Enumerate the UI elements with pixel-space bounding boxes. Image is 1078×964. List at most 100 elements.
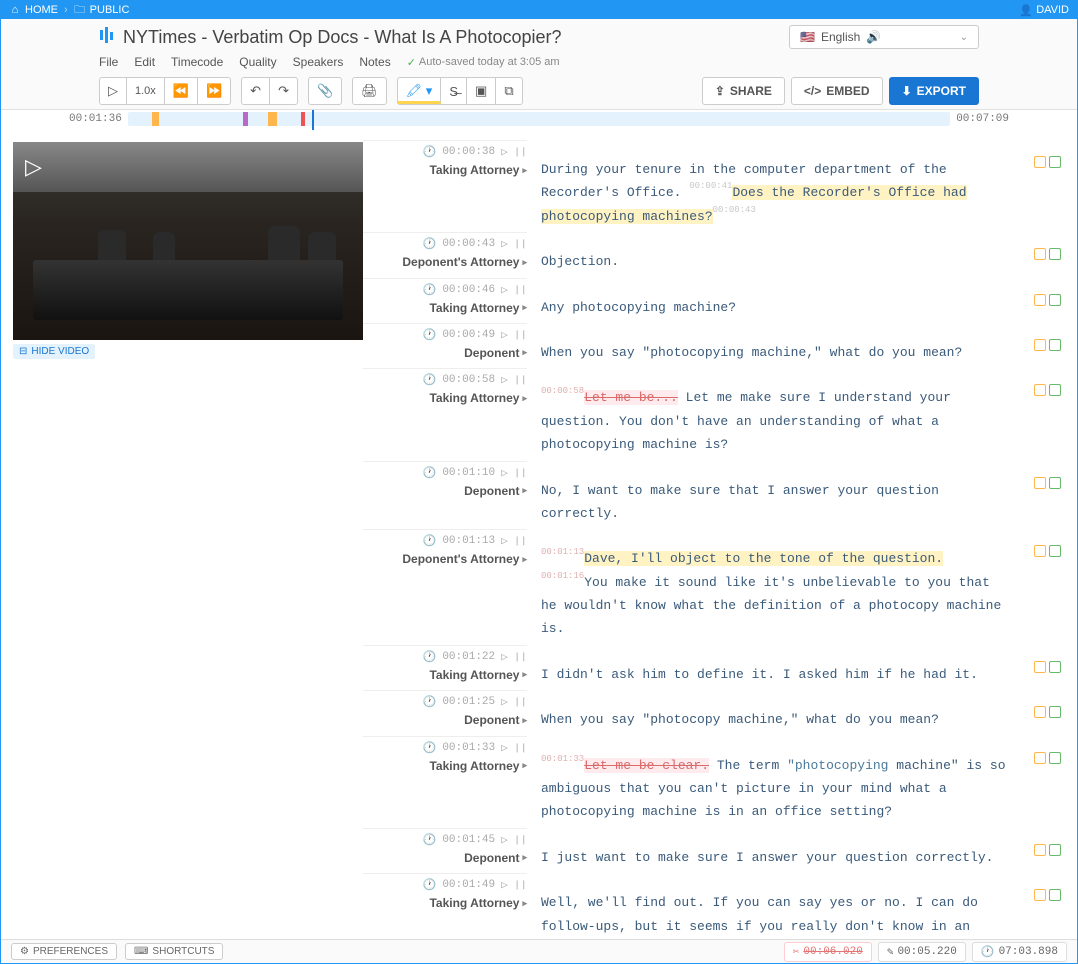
attachment-button[interactable]: 📎	[309, 78, 341, 104]
segment-speaker[interactable]: Deponent▸	[363, 713, 527, 727]
segment-speaker[interactable]: Deponent's Attorney▸	[363, 255, 527, 269]
menu-timecode[interactable]: Timecode	[171, 55, 223, 69]
segment-pause-button[interactable]: ❘❘	[514, 650, 527, 664]
redo-button[interactable]: ↷	[270, 78, 297, 104]
print-button[interactable]: 🖨	[353, 78, 386, 104]
segment-text[interactable]: 00:00:58Let me be... Let me make sure I …	[541, 368, 1007, 456]
home-icon[interactable]: ⌂	[9, 4, 21, 16]
flag-icon[interactable]	[1049, 844, 1061, 856]
segment-pause-button[interactable]: ❘❘	[514, 833, 527, 847]
segment-pause-button[interactable]: ❘❘	[514, 145, 527, 159]
breadcrumb-home[interactable]: HOME	[25, 4, 58, 16]
note-icon[interactable]	[1034, 384, 1046, 396]
menu-quality[interactable]: Quality	[239, 55, 276, 69]
note-icon[interactable]	[1034, 248, 1046, 260]
segment-play-button[interactable]: ▷	[501, 741, 508, 755]
segment-pause-button[interactable]: ❘❘	[514, 695, 527, 709]
video-player[interactable]: ▷	[13, 142, 363, 340]
note-icon[interactable]	[1034, 294, 1046, 306]
segment-play-button[interactable]: ▷	[501, 283, 508, 297]
shortcuts-button[interactable]: ⌨SHORTCUTS	[125, 943, 223, 960]
share-button[interactable]: ⇪SHARE	[702, 77, 785, 105]
segment-play-button[interactable]: ▷	[501, 373, 508, 387]
segment-speaker[interactable]: Deponent▸	[363, 851, 527, 865]
play-overlay-icon[interactable]: ▷	[25, 154, 42, 180]
caption-button[interactable]: ▣	[467, 78, 496, 104]
segment-pause-button[interactable]: ❘❘	[514, 878, 527, 892]
note-icon[interactable]	[1034, 339, 1046, 351]
segment-speaker[interactable]: Taking Attorney▸	[363, 163, 527, 177]
segment-play-button[interactable]: ▷	[501, 650, 508, 664]
user-name[interactable]: DAVID	[1036, 4, 1069, 16]
note-icon[interactable]	[1034, 545, 1046, 557]
play-button[interactable]: ▷	[100, 78, 127, 104]
menu-edit[interactable]: Edit	[134, 55, 155, 69]
language-select[interactable]: 🇺🇸 English 🔊 ⌄	[789, 25, 979, 49]
flag-icon[interactable]	[1049, 752, 1061, 764]
segment-play-button[interactable]: ▷	[501, 328, 508, 342]
folder-icon[interactable]: 🗀	[74, 4, 86, 16]
menu-notes[interactable]: Notes	[359, 55, 390, 69]
segment-speaker[interactable]: Taking Attorney▸	[363, 301, 527, 315]
note-icon[interactable]	[1034, 477, 1046, 489]
rewind-button[interactable]: ⏪	[165, 78, 198, 104]
user-icon[interactable]: 👤	[1020, 4, 1032, 16]
note-icon[interactable]	[1034, 844, 1046, 856]
preferences-button[interactable]: ⚙PREFERENCES	[11, 943, 117, 960]
segment-speaker[interactable]: Taking Attorney▸	[363, 896, 527, 910]
flag-icon[interactable]	[1049, 339, 1061, 351]
export-button[interactable]: ⬇EXPORT	[889, 77, 979, 105]
flag-icon[interactable]	[1049, 477, 1061, 489]
hide-video-button[interactable]: ⊟ HIDE VIDEO	[13, 344, 95, 359]
note-icon[interactable]	[1034, 661, 1046, 673]
flag-icon[interactable]	[1049, 889, 1061, 901]
menu-speakers[interactable]: Speakers	[293, 55, 344, 69]
flag-icon[interactable]	[1049, 294, 1061, 306]
segment-text[interactable]: 00:01:13Dave, I'll object to the tone of…	[541, 529, 1007, 641]
segment-play-button[interactable]: ▷	[501, 833, 508, 847]
flag-icon[interactable]	[1049, 156, 1061, 168]
copy-button[interactable]: ⧉	[496, 78, 521, 104]
segment-speaker[interactable]: Deponent▸	[363, 346, 527, 360]
segment-pause-button[interactable]: ❘❘	[514, 466, 527, 480]
segment-play-button[interactable]: ▷	[501, 237, 508, 251]
strikethrough-button[interactable]: S̶	[441, 78, 467, 104]
highlight-button[interactable]: 🖍 ▾	[398, 78, 442, 104]
segment-speaker[interactable]: Taking Attorney▸	[363, 391, 527, 405]
timeline[interactable]	[128, 112, 950, 126]
segment-speaker[interactable]: Taking Attorney▸	[363, 668, 527, 682]
segment-text[interactable]: I just want to make sure I answer your q…	[541, 828, 1007, 869]
breadcrumb-public[interactable]: PUBLIC	[90, 4, 130, 16]
flag-icon[interactable]	[1049, 248, 1061, 260]
segment-text[interactable]: No, I want to make sure that I answer yo…	[541, 461, 1007, 526]
segment-text[interactable]: When you say "photocopy machine," what d…	[541, 690, 1007, 731]
undo-button[interactable]: ↶	[242, 78, 270, 104]
note-icon[interactable]	[1034, 706, 1046, 718]
segment-pause-button[interactable]: ❘❘	[514, 283, 527, 297]
transcript-panel[interactable]: 🕐00:00:38▷❘❘Taking Attorney▸During your …	[363, 132, 1077, 952]
note-icon[interactable]	[1034, 156, 1046, 168]
segment-pause-button[interactable]: ❘❘	[514, 534, 527, 548]
segment-text[interactable]: Any photocopying machine?	[541, 278, 1007, 319]
flag-icon[interactable]	[1049, 545, 1061, 557]
menu-file[interactable]: File	[99, 55, 118, 69]
segment-play-button[interactable]: ▷	[501, 878, 508, 892]
segment-text[interactable]: When you say "photocopying machine," wha…	[541, 323, 1007, 364]
forward-button[interactable]: ⏩	[198, 78, 230, 104]
segment-pause-button[interactable]: ❘❘	[514, 328, 527, 342]
segment-play-button[interactable]: ▷	[501, 534, 508, 548]
segment-text[interactable]: Objection.	[541, 232, 1007, 273]
segment-play-button[interactable]: ▷	[501, 145, 508, 159]
segment-speaker[interactable]: Deponent▸	[363, 484, 527, 498]
speed-button[interactable]: 1.0x	[127, 78, 165, 104]
segment-text[interactable]: During your tenure in the computer depar…	[541, 140, 1007, 228]
segment-pause-button[interactable]: ❘❘	[514, 237, 527, 251]
segment-text[interactable]: I didn't ask him to define it. I asked h…	[541, 645, 1007, 686]
segment-text[interactable]: 00:01:33Let me be clear. The term "photo…	[541, 736, 1007, 824]
note-icon[interactable]	[1034, 889, 1046, 901]
segment-play-button[interactable]: ▷	[501, 695, 508, 709]
flag-icon[interactable]	[1049, 384, 1061, 396]
segment-pause-button[interactable]: ❘❘	[514, 741, 527, 755]
note-icon[interactable]	[1034, 752, 1046, 764]
flag-icon[interactable]	[1049, 661, 1061, 673]
